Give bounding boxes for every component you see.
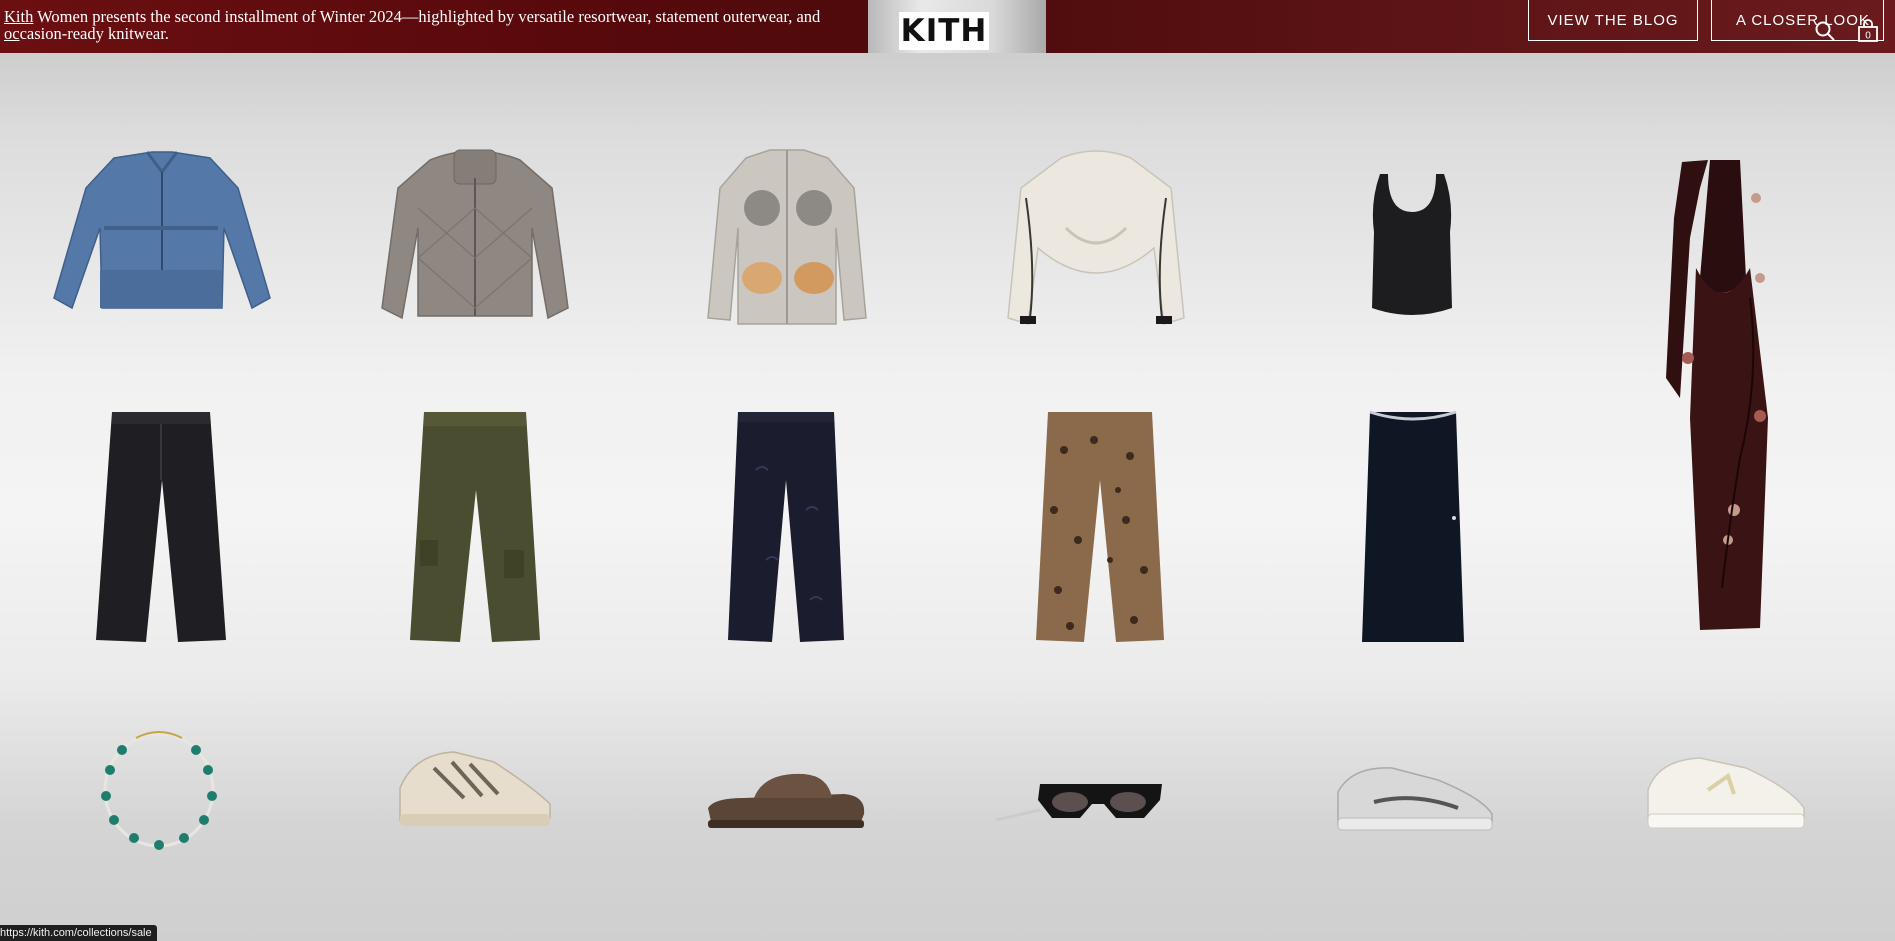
product-sherpa-jacket[interactable] [1006,148,1186,330]
announcement-line-2: casion-ready knitwear. [19,24,169,43]
product-navy-maxi-skirt[interactable] [1360,408,1466,646]
product-olive-cargo-pants[interactable] [408,410,542,646]
product-black-tank-top[interactable] [1370,172,1454,320]
product-cream-trail-sneakers[interactable] [394,748,554,832]
product-navy-jeans[interactable] [726,410,846,646]
search-icon[interactable] [1814,20,1836,42]
product-brown-suede-slides[interactable] [704,770,868,832]
product-printed-shirt[interactable] [706,148,868,330]
view-the-blog-button[interactable]: VIEW THE BLOG [1528,0,1698,41]
kith-logo[interactable]: KITH [899,12,989,50]
shopping-bag-icon[interactable]: 0 [1857,19,1879,43]
occasion-link-fragment[interactable]: oc [4,24,20,43]
product-quilted-puffer-jacket[interactable] [380,148,570,330]
product-beaded-necklace[interactable] [96,724,222,854]
product-denim-jacket[interactable] [52,148,272,330]
kith-logo-text: KITH [900,12,988,49]
bag-count: 0 [1865,31,1871,42]
product-white-cream-sneakers[interactable] [1644,754,1808,834]
announcement-text: Kith Women presents the second installme… [4,8,884,42]
product-black-trousers[interactable] [94,410,228,646]
product-black-sunglasses[interactable] [994,780,1164,828]
status-bar-url: https://kith.com/collections/sale [0,925,157,941]
product-halter-maxi-dress[interactable] [1660,158,1780,638]
product-leopard-cargo-pants[interactable] [1034,410,1166,646]
product-silver-running-sneakers[interactable] [1334,762,1496,834]
